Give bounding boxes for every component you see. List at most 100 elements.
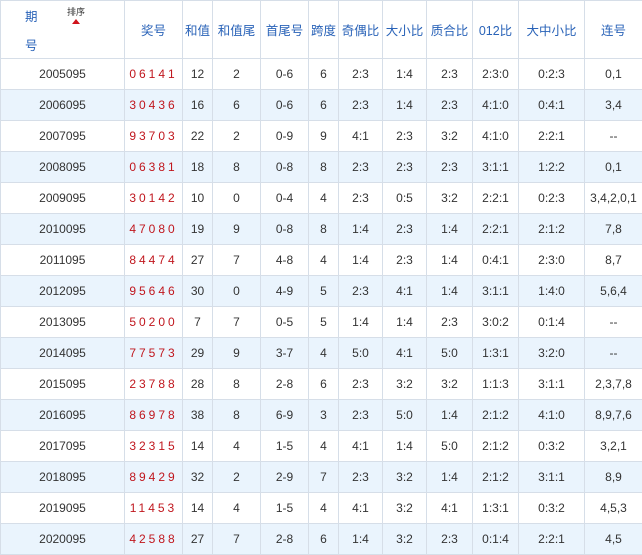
table-row: 201309550200770-551:41:42:33:0:20:1:4-- [1, 307, 642, 338]
cell-span: 4 [309, 338, 339, 369]
cell-sum: 30 [183, 276, 213, 307]
cell-big-mid-small: 1:4:0 [519, 276, 585, 307]
cell-span: 4 [309, 431, 339, 462]
cell-prime-composite: 1:4 [427, 276, 473, 307]
cell-012-ratio: 2:2:1 [473, 183, 519, 214]
cell-span: 4 [309, 245, 339, 276]
cell-big-small: 0:5 [383, 183, 427, 214]
cell-prime-composite: 2:3 [427, 152, 473, 183]
lottery-history-table: 期 号 排序 奖号 和值 和值尾 首尾号 跨度 奇偶比 大小比 质合比 012比… [0, 0, 642, 555]
cell-prime-composite: 2:3 [427, 307, 473, 338]
cell-sum: 12 [183, 59, 213, 90]
cell-012-ratio: 2:1:2 [473, 400, 519, 431]
cell-odd-even: 1:4 [339, 214, 383, 245]
cell-winning-number: 06141 [125, 59, 183, 90]
cell-sum: 27 [183, 524, 213, 555]
column-header-head-tail: 首尾号 [261, 1, 309, 59]
cell-sum-tail: 8 [213, 369, 261, 400]
cell-head-tail: 1-5 [261, 493, 309, 524]
cell-prime-composite: 1:4 [427, 400, 473, 431]
cell-big-mid-small: 3:2:0 [519, 338, 585, 369]
cell-odd-even: 1:4 [339, 245, 383, 276]
cell-big-small: 3:2 [383, 493, 427, 524]
cell-consecutive: 3,4,2,0,1 [585, 183, 642, 214]
cell-winning-number: 84474 [125, 245, 183, 276]
cell-head-tail: 2-8 [261, 369, 309, 400]
cell-sum-tail: 6 [213, 90, 261, 121]
cell-head-tail: 0-5 [261, 307, 309, 338]
cell-head-tail: 0-8 [261, 152, 309, 183]
cell-consecutive: 8,7 [585, 245, 642, 276]
cell-odd-even: 5:0 [339, 338, 383, 369]
cell-big-mid-small: 0:1:4 [519, 307, 585, 338]
table-row: 2008095063811880-882:32:32:33:1:11:2:20,… [1, 152, 642, 183]
cell-consecutive: -- [585, 121, 642, 152]
cell-winning-number: 32315 [125, 431, 183, 462]
cell-winning-number: 30142 [125, 183, 183, 214]
cell-big-mid-small: 2:2:1 [519, 121, 585, 152]
cell-sum: 22 [183, 121, 213, 152]
cell-head-tail: 6-9 [261, 400, 309, 431]
cell-period: 2009095 [1, 183, 125, 214]
cell-big-small: 4:1 [383, 276, 427, 307]
cell-period: 2020095 [1, 524, 125, 555]
cell-012-ratio: 1:1:3 [473, 369, 519, 400]
cell-sum: 10 [183, 183, 213, 214]
cell-head-tail: 0-6 [261, 59, 309, 90]
cell-span: 3 [309, 400, 339, 431]
column-header-consecutive: 连号 [585, 1, 642, 59]
cell-span: 8 [309, 152, 339, 183]
cell-sum-tail: 4 [213, 493, 261, 524]
table-row: 2017095323151441-544:11:45:02:1:20:3:23,… [1, 431, 642, 462]
column-header-sum-tail: 和值尾 [213, 1, 261, 59]
cell-big-mid-small: 0:4:1 [519, 90, 585, 121]
cell-winning-number: 77573 [125, 338, 183, 369]
cell-big-small: 3:2 [383, 462, 427, 493]
cell-big-mid-small: 2:3:0 [519, 245, 585, 276]
cell-prime-composite: 1:4 [427, 462, 473, 493]
cell-period: 2007095 [1, 121, 125, 152]
table-row: 2020095425882772-861:43:22:30:1:42:2:14,… [1, 524, 642, 555]
column-header-odd-even: 奇偶比 [339, 1, 383, 59]
cell-012-ratio: 2:2:1 [473, 214, 519, 245]
cell-big-small: 1:4 [383, 90, 427, 121]
cell-span: 6 [309, 59, 339, 90]
cell-big-small: 3:2 [383, 524, 427, 555]
cell-big-mid-small: 1:2:2 [519, 152, 585, 183]
sort-button[interactable]: 排序 [67, 7, 85, 24]
cell-sum: 18 [183, 152, 213, 183]
cell-winning-number: 47080 [125, 214, 183, 245]
cell-prime-composite: 3:2 [427, 121, 473, 152]
cell-span: 4 [309, 493, 339, 524]
table-row: 2012095956463004-952:34:11:43:1:11:4:05,… [1, 276, 642, 307]
cell-head-tail: 0-4 [261, 183, 309, 214]
cell-sum: 14 [183, 431, 213, 462]
cell-head-tail: 2-9 [261, 462, 309, 493]
cell-winning-number: 93703 [125, 121, 183, 152]
cell-consecutive: 2,3,7,8 [585, 369, 642, 400]
cell-span: 5 [309, 276, 339, 307]
cell-consecutive: 3,4 [585, 90, 642, 121]
cell-period: 2006095 [1, 90, 125, 121]
cell-head-tail: 4-9 [261, 276, 309, 307]
cell-odd-even: 2:3 [339, 400, 383, 431]
cell-span: 9 [309, 121, 339, 152]
cell-sum: 27 [183, 245, 213, 276]
cell-012-ratio: 4:1:0 [473, 90, 519, 121]
cell-head-tail: 4-8 [261, 245, 309, 276]
cell-sum: 16 [183, 90, 213, 121]
cell-012-ratio: 0:1:4 [473, 524, 519, 555]
cell-consecutive: -- [585, 307, 642, 338]
cell-head-tail: 1-5 [261, 431, 309, 462]
cell-sum: 19 [183, 214, 213, 245]
cell-odd-even: 2:3 [339, 59, 383, 90]
period-column-header: 期 号 排序 [1, 1, 125, 59]
cell-012-ratio: 4:1:0 [473, 121, 519, 152]
cell-consecutive: 4,5,3 [585, 493, 642, 524]
sort-label: 排序 [67, 7, 85, 18]
cell-period: 2005095 [1, 59, 125, 90]
cell-big-mid-small: 2:1:2 [519, 214, 585, 245]
table-row: 2011095844742774-841:42:31:40:4:12:3:08,… [1, 245, 642, 276]
cell-odd-even: 2:3 [339, 369, 383, 400]
cell-big-mid-small: 3:1:1 [519, 369, 585, 400]
